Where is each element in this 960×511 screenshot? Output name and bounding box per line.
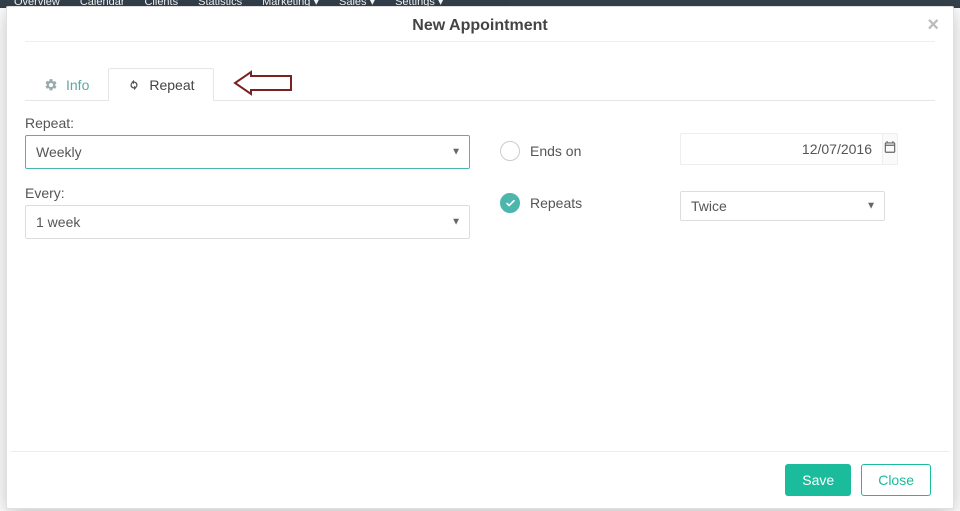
tab-info[interactable]: Info	[25, 68, 108, 101]
modal-footer: Save Close	[11, 451, 949, 508]
ends-on-date-group	[680, 133, 885, 165]
tab-info-label: Info	[66, 77, 89, 93]
chevron-down-icon: ▼	[451, 217, 461, 228]
modal-title: New Appointment	[7, 17, 953, 35]
repeats-count-value: Twice	[691, 198, 727, 214]
ends-on-label: Ends on	[530, 143, 581, 159]
gear-icon	[44, 78, 58, 92]
calendar-button[interactable]	[882, 133, 898, 165]
every-select-value: 1 week	[36, 214, 80, 230]
modal-backdrop: New Appointment × Info	[0, 0, 960, 511]
every-select[interactable]: 1 week ▼	[25, 205, 470, 239]
every-field: Every: 1 week ▼	[25, 185, 470, 239]
form-row: Repeat: Weekly ▼ Every: 1 week ▼	[25, 115, 935, 255]
calendar-icon	[883, 140, 897, 159]
form-col-left: Repeat: Weekly ▼ Every: 1 week ▼	[25, 115, 470, 255]
every-label: Every:	[25, 185, 470, 201]
chevron-down-icon: ▼	[451, 147, 461, 158]
tab-repeat-label: Repeat	[149, 77, 194, 93]
repeat-field: Repeat: Weekly ▼	[25, 115, 470, 169]
save-button[interactable]: Save	[785, 464, 851, 496]
close-button[interactable]: Close	[861, 464, 931, 496]
modal-body: Info Repeat Repeat: Weekly ▼	[7, 50, 953, 451]
new-appointment-modal: New Appointment × Info	[6, 6, 954, 509]
repeats-option[interactable]: Repeats	[500, 193, 650, 213]
form-col-right: Twice ▼	[680, 115, 935, 221]
header-divider	[25, 41, 935, 42]
repeat-label: Repeat:	[25, 115, 470, 131]
radio-unchecked-icon	[500, 141, 520, 161]
form-col-mid: Ends on Repeats	[500, 115, 650, 213]
radio-checked-icon	[500, 193, 520, 213]
tab-repeat[interactable]: Repeat	[108, 68, 213, 101]
repeats-label: Repeats	[530, 195, 582, 211]
repeats-count-select[interactable]: Twice ▼	[680, 191, 885, 221]
close-icon[interactable]: ×	[927, 15, 939, 35]
ends-on-option[interactable]: Ends on	[500, 141, 650, 161]
refresh-icon	[127, 78, 141, 92]
tabs: Info Repeat	[25, 68, 935, 101]
repeat-select[interactable]: Weekly ▼	[25, 135, 470, 169]
modal-header: New Appointment ×	[7, 7, 953, 50]
ends-on-date-input[interactable]	[680, 133, 882, 165]
repeat-select-value: Weekly	[36, 144, 82, 160]
chevron-down-icon: ▼	[866, 201, 876, 212]
